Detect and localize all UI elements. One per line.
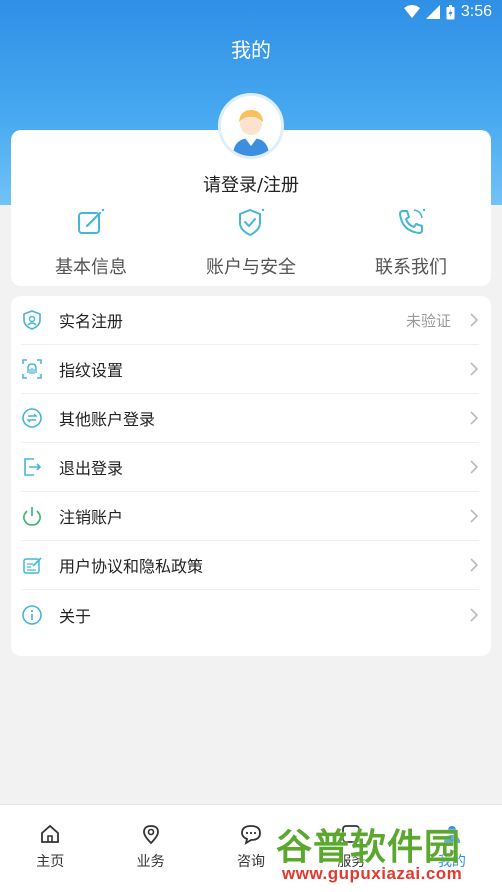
tab-consult[interactable]: 咨询 — [201, 805, 301, 892]
tab-service[interactable]: 服务 — [301, 805, 401, 892]
menu-item-other-account-login[interactable]: 其他账户登录 — [21, 394, 479, 443]
menu-item-label: 注销账户 — [59, 508, 124, 527]
signal-icon — [425, 5, 440, 19]
menu-item-label: 关于 — [59, 606, 92, 626]
tab-label: 主页 — [36, 854, 65, 870]
power-icon — [23, 507, 41, 526]
page-title: 我的 — [231, 38, 271, 62]
chevron-right-icon — [470, 362, 479, 376]
menu-item-real-name[interactable]: 实名注册 未验证 — [21, 296, 479, 345]
home-icon — [41, 824, 60, 843]
avatar-user-icon — [221, 96, 281, 156]
tab-label: 我的 — [437, 854, 466, 870]
status-bar: 3:56 — [0, 0, 502, 26]
phone-icon — [399, 208, 426, 234]
tab-home[interactable]: 主页 — [0, 805, 100, 892]
tab-label: 服务 — [337, 854, 366, 870]
wifi-icon — [403, 5, 420, 18]
avatar[interactable] — [218, 93, 284, 159]
tab-business[interactable]: 业务 — [100, 805, 200, 892]
bottom-tab-bar: 主页 业务 咨询 服务 我的 — [0, 804, 502, 892]
battery-icon — [446, 4, 455, 19]
quick-actions: 基本信息 账户与安全 联系我们 — [11, 203, 491, 281]
menu-item-label: 用户协议和隐私政策 — [59, 557, 204, 576]
menu-item-logout[interactable]: 退出登录 — [21, 443, 479, 492]
logout-icon — [24, 458, 42, 476]
menu-item-label: 指纹设置 — [59, 361, 124, 380]
tab-mine[interactable]: 我的 — [402, 805, 502, 892]
verification-status: 未验证 — [405, 311, 451, 330]
chevron-right-icon — [470, 558, 479, 572]
quick-action-label: 基本信息 — [55, 257, 127, 278]
chevron-right-icon — [470, 460, 479, 474]
menu-item-about[interactable]: 关于 — [21, 590, 479, 639]
chevron-right-icon — [470, 607, 479, 622]
chevron-right-icon — [470, 313, 479, 327]
menu-item-deactivate-account[interactable]: 注销账户 — [21, 492, 479, 541]
menu-item-label: 其他账户登录 — [59, 410, 156, 429]
service-icon — [342, 825, 361, 843]
quick-action-account-security[interactable]: 账户与安全 — [171, 203, 331, 281]
tab-label: 咨询 — [237, 854, 266, 870]
quick-action-label: 联系我们 — [375, 257, 447, 278]
agreement-icon — [23, 557, 42, 574]
menu-item-fingerprint[interactable]: 指纹设置 — [21, 345, 479, 394]
quick-action-label: 账户与安全 — [206, 257, 296, 278]
shield-check-icon — [239, 208, 265, 237]
chevron-right-icon — [470, 509, 479, 523]
quick-action-contact-us[interactable]: 联系我们 — [331, 203, 491, 281]
menu-item-user-agreement[interactable]: 用户协议和隐私政策 — [21, 541, 479, 590]
tab-label: 业务 — [136, 854, 165, 870]
fingerprint-icon — [22, 359, 42, 379]
status-time: 3:56 — [460, 3, 492, 20]
switch-account-icon — [22, 408, 42, 428]
quick-action-basic-info[interactable]: 基本信息 — [11, 203, 171, 281]
location-icon — [142, 825, 159, 845]
info-icon — [22, 604, 42, 625]
login-register-link[interactable]: 请登录/注册 — [0, 171, 502, 197]
menu-item-label: 退出登录 — [59, 459, 124, 478]
settings-menu: 实名注册 未验证 指纹设置 其他账户登录 退出登录 注销账户 用户协议和隐私政策… — [11, 296, 491, 656]
menu-item-label: 实名注册 — [59, 312, 124, 331]
chat-icon — [241, 825, 261, 845]
edit-icon — [78, 208, 105, 234]
id-shield-icon — [23, 310, 41, 330]
chevron-right-icon — [470, 411, 479, 425]
user-icon — [443, 826, 460, 843]
